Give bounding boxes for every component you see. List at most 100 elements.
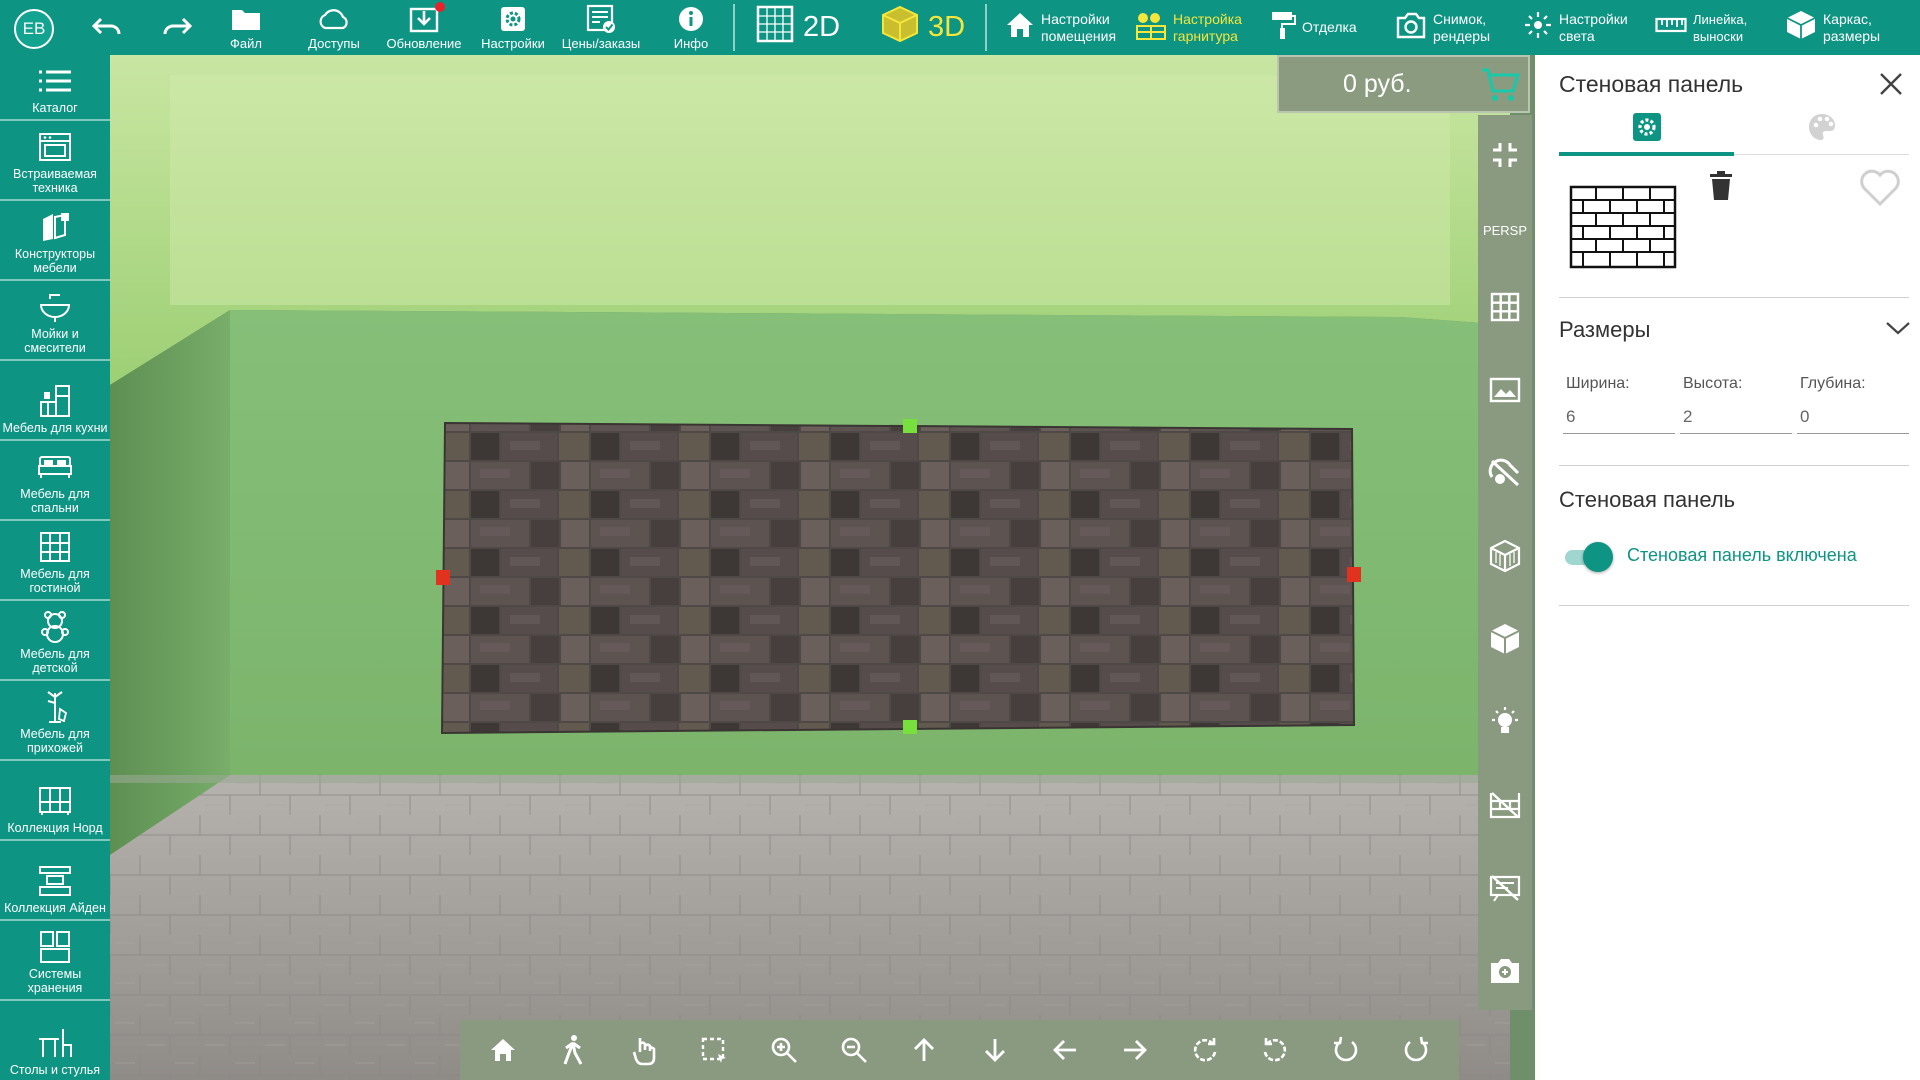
price-box[interactable]: 0 руб.: [1277, 55, 1530, 113]
width-input[interactable]: [1563, 405, 1675, 434]
finishing-button[interactable]: Отделка: [1270, 0, 1357, 55]
sidebar-item-label: Мебель для прихожей: [20, 727, 90, 755]
collapse-icon[interactable]: [1478, 115, 1532, 195]
screenshot-icon[interactable]: [1478, 929, 1532, 1012]
panel-tabs: [1559, 105, 1909, 153]
sidebar-item-catalog[interactable]: Каталог: [0, 55, 110, 121]
sidebar-item-label: Мойки и смесители: [24, 327, 86, 355]
depth-input[interactable]: [1797, 405, 1909, 434]
sidebar-item-living-room-furniture[interactable]: Мебель для гостиной: [0, 521, 110, 601]
arrow-up-icon[interactable]: [898, 1024, 950, 1076]
sidebar-item-built-in-appliances[interactable]: Встраиваемая техника: [0, 121, 110, 201]
chevron-down-icon[interactable]: [1885, 320, 1911, 341]
image-icon[interactable]: [1478, 348, 1532, 431]
file-button[interactable]: Файл: [225, 0, 267, 55]
toggle-label: Стеновая панель включена: [1627, 545, 1857, 565]
grid-icon[interactable]: [1478, 265, 1532, 348]
3d-viewport[interactable]: [110, 55, 1510, 1080]
rotate-ccw-icon[interactable]: [1249, 1024, 1301, 1076]
kitchen-set-line2: гарнитура: [1173, 27, 1238, 44]
sidebar-item-aiden-collection[interactable]: Коллекция Айден: [0, 841, 110, 921]
texture-off-icon[interactable]: [1478, 431, 1532, 514]
coat-rack-icon: [40, 687, 70, 727]
trash-icon[interactable]: [1707, 170, 1735, 207]
light-settings-button[interactable]: Настройки света: [1523, 0, 1628, 55]
orbit-left-icon[interactable]: [1320, 1024, 1372, 1076]
hide-walls-icon[interactable]: [1478, 763, 1532, 846]
mode-3d-button[interactable]: 3D: [880, 0, 965, 55]
sidebar-item-tables-chairs[interactable]: Столы и стулья: [0, 1001, 110, 1080]
wall-panel-heading: Стеновая панель: [1559, 487, 1736, 512]
zoom-in-icon[interactable]: [758, 1024, 810, 1076]
tab-settings[interactable]: [1559, 105, 1734, 153]
sidebar-item-label: Столы и стулья: [9, 1063, 101, 1077]
sidebar-item-furniture-constructors[interactable]: Конструкторы мебели: [0, 201, 110, 281]
sidebar-item-bedroom-furniture[interactable]: Мебель для спальни: [0, 441, 110, 521]
sidebar-item-nord-collection[interactable]: Коллекция Норд: [0, 761, 110, 841]
resize-handle-left[interactable]: [436, 570, 450, 585]
height-field: Высота:: [1680, 375, 1792, 434]
update-label: Обновление: [386, 36, 462, 51]
mode-2d-button[interactable]: 2D: [755, 0, 840, 55]
resize-handle-top[interactable]: [903, 419, 917, 433]
top-toolbar: EB Файл Доступы Обновление Настройки Цен…: [0, 0, 1920, 55]
tab-appearance[interactable]: [1734, 105, 1909, 153]
divider: [1559, 297, 1909, 298]
rotate-cw-icon[interactable]: [1179, 1024, 1231, 1076]
cart-icon[interactable]: [1480, 67, 1521, 110]
orbit-right-icon[interactable]: [1390, 1024, 1442, 1076]
select-area-icon[interactable]: [688, 1024, 740, 1076]
home-view-icon[interactable]: [477, 1024, 529, 1076]
sidebar-item-kids-furniture[interactable]: Мебель для детской: [0, 601, 110, 681]
kitchen-set-settings-button[interactable]: Настройка гарнитура: [1135, 0, 1242, 55]
redo-icon[interactable]: [160, 12, 194, 42]
arrow-down-icon[interactable]: [969, 1024, 1021, 1076]
brick-texture-thumbnail[interactable]: [1569, 185, 1679, 271]
prices-button[interactable]: Цены/заказы: [556, 0, 646, 55]
snapshot-line2: рендеры: [1433, 27, 1491, 44]
3d-scene[interactable]: [110, 55, 1510, 1080]
persp-toggle[interactable]: PERSP: [1478, 195, 1532, 265]
sidebar-item-label: Мебель для спальни: [20, 487, 90, 515]
favorite-heart-icon[interactable]: [1859, 167, 1901, 212]
arrow-left-icon[interactable]: [1039, 1024, 1091, 1076]
access-label: Доступы: [308, 36, 360, 51]
snapshot-button[interactable]: Снимок, рендеры: [1395, 0, 1490, 55]
view-toolstrip: PERSP: [1478, 115, 1532, 1010]
frame-line2: размеры: [1823, 27, 1881, 44]
undo-icon[interactable]: [90, 12, 124, 42]
close-icon[interactable]: [1876, 69, 1906, 99]
wall-panel-toggle[interactable]: [1563, 542, 1613, 572]
divider: [1559, 465, 1909, 466]
sidebar-item-storage-systems[interactable]: Системы хранения: [0, 921, 110, 1001]
dimensions-heading[interactable]: Размеры: [1559, 317, 1650, 343]
zoom-out-icon[interactable]: [828, 1024, 880, 1076]
pointer-hand-icon[interactable]: [618, 1024, 670, 1076]
properties-panel: Стеновая панель Размеры Ширина: Высота:: [1535, 55, 1920, 1080]
solid-cube-icon[interactable]: [1478, 597, 1532, 680]
user-avatar[interactable]: EB: [14, 9, 54, 49]
sidebar-item-kitchen-furniture[interactable]: Мебель для кухни: [0, 361, 110, 441]
light-settings-line2: света: [1559, 27, 1595, 44]
walk-icon[interactable]: [547, 1024, 599, 1076]
wireframe-cube-icon[interactable]: [1478, 514, 1532, 597]
sidebar-item-hallway-furniture[interactable]: Мебель для прихожей: [0, 681, 110, 761]
prices-icon: [586, 4, 616, 34]
frame-dimensions-button[interactable]: Каркас, размеры: [1785, 0, 1880, 55]
snapshot-line1: Снимок,: [1433, 10, 1487, 27]
resize-handle-bottom[interactable]: [903, 720, 917, 734]
resize-handle-right[interactable]: [1347, 567, 1361, 582]
hide-labels-icon[interactable]: [1478, 846, 1532, 929]
info-button[interactable]: Инфо: [671, 0, 711, 55]
update-button[interactable]: Обновление: [382, 0, 466, 55]
frame-line1: Каркас,: [1823, 10, 1872, 27]
sidebar-item-sinks[interactable]: Мойки и смесители: [0, 281, 110, 361]
wall-panel[interactable]: [440, 421, 1356, 735]
room-settings-button[interactable]: Настройки помещения: [1005, 0, 1116, 55]
lamp-icon[interactable]: [1478, 680, 1532, 763]
arrow-right-icon[interactable]: [1109, 1024, 1161, 1076]
ruler-button[interactable]: Линейка, выноски: [1655, 0, 1747, 55]
settings-button[interactable]: Настройки: [476, 0, 550, 55]
access-button[interactable]: Доступы: [300, 0, 368, 55]
height-input[interactable]: [1680, 405, 1792, 434]
